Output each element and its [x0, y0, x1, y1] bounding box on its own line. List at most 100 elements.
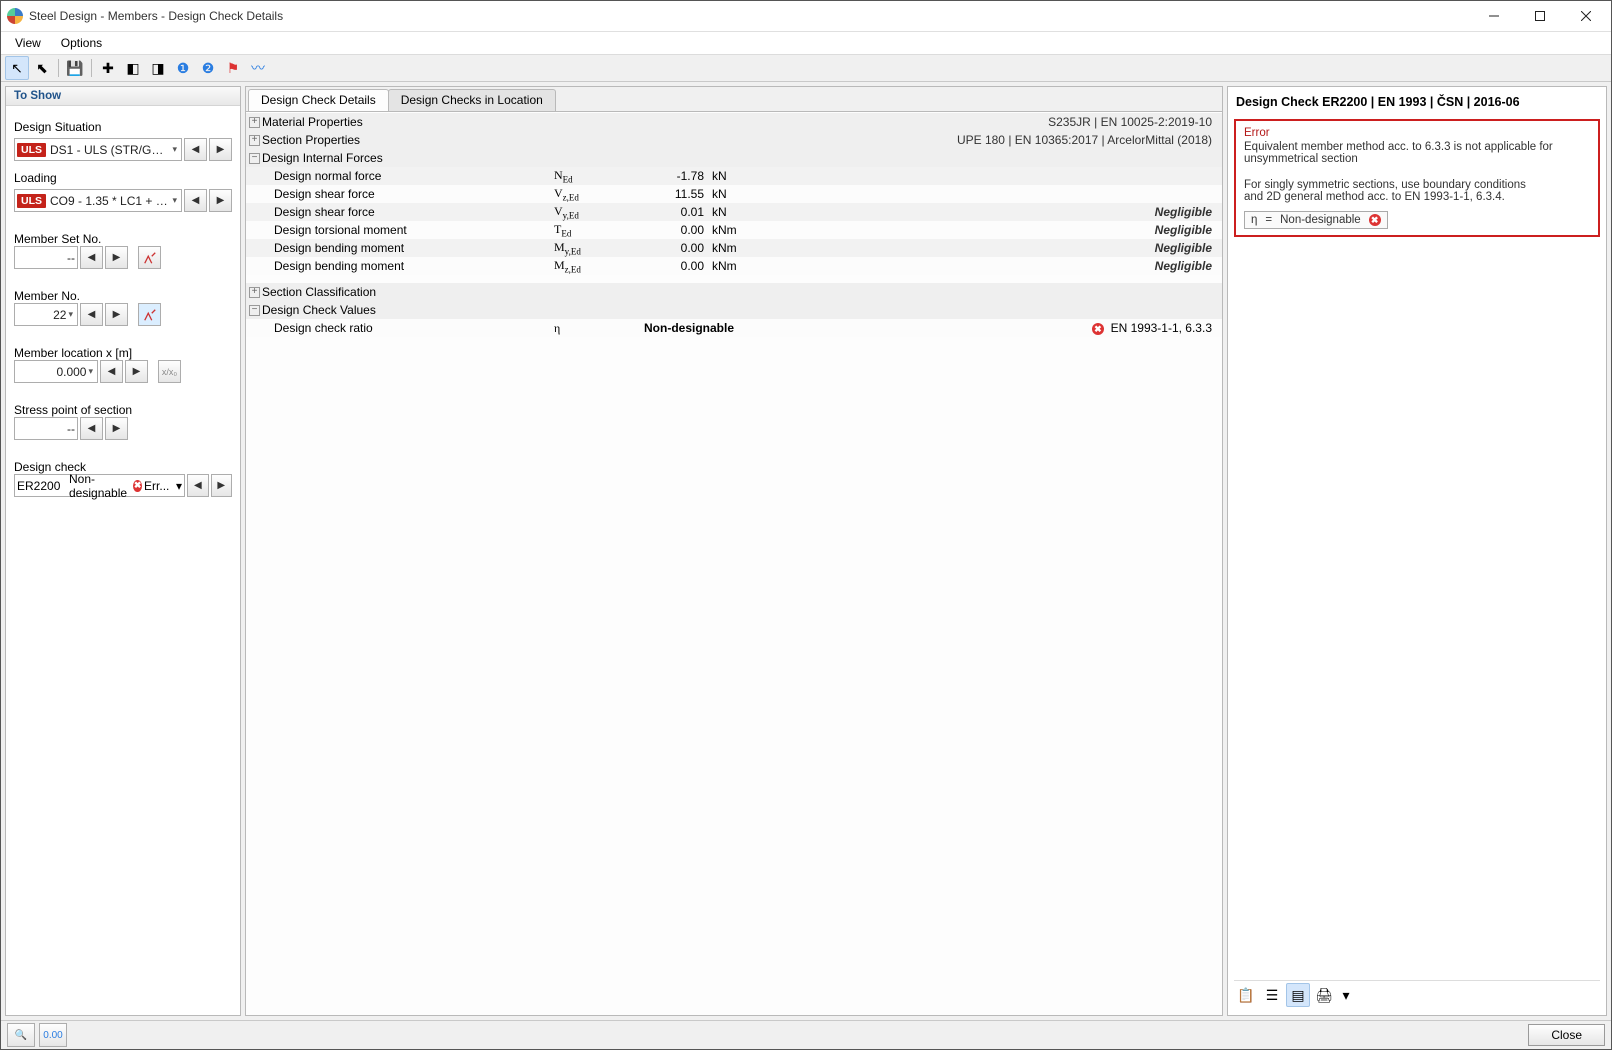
toolbar-info2-icon[interactable]: ❷ [196, 56, 220, 80]
prev-button[interactable]: ◀ [80, 417, 103, 440]
stress-point-combo[interactable]: -- [14, 417, 78, 440]
right-tool-copy-icon[interactable]: 📋 [1234, 983, 1258, 1007]
menu-view[interactable]: View [5, 34, 51, 52]
titlebar: Steel Design - Members - Design Check De… [1, 1, 1611, 32]
tree-group-material[interactable]: + Material Properties S235JR | EN 10025-… [246, 113, 1222, 131]
collapse-icon[interactable]: − [249, 153, 260, 164]
tree-row-negligible: Negligible [752, 241, 1222, 255]
tree-row-unit: kN [712, 205, 752, 219]
right-tool-list-icon[interactable]: ☰ [1260, 983, 1284, 1007]
chevron-down-icon: ▾ [170, 144, 179, 155]
tree-label: Material Properties [262, 115, 462, 129]
close-window-button[interactable] [1563, 1, 1609, 31]
member-loc-combo[interactable]: 0.000 ▾ [14, 360, 98, 383]
member-no-value: 22 [17, 308, 66, 322]
toolbar: ↖ ⬉ 💾 ✚ ◧ ◨ ❶ ❷ ⚑ 〰 [1, 54, 1611, 82]
tree-row: Design bending moment Mz,Ed 0.00 kNm Neg… [246, 257, 1222, 275]
tree-row-symbol: η [554, 321, 644, 336]
statusbar: 🔍 0.00 Close [1, 1020, 1611, 1049]
right-tool-dropdown-icon[interactable]: ▾ [1338, 983, 1354, 1007]
prev-button[interactable]: ◀ [100, 360, 123, 383]
loading-combo[interactable]: ULS CO9 - 1.35 * LC1 + 1.35 * LC2 + ... … [14, 189, 182, 212]
tree-row: Design normal force NEd -1.78 kN [246, 167, 1222, 185]
tree-area[interactable]: + Material Properties S235JR | EN 10025-… [246, 112, 1222, 1015]
expand-icon[interactable]: + [249, 135, 260, 146]
chevron-down-icon: ▾ [170, 195, 179, 206]
tree-group-section[interactable]: + Section Properties UPE 180 | EN 10365:… [246, 131, 1222, 149]
toolbar-zoom-all-icon[interactable]: ✚ [96, 56, 120, 80]
prev-button[interactable]: ◀ [184, 189, 207, 212]
tree-row-value: 11.55 [644, 187, 712, 201]
prev-button[interactable]: ◀ [80, 303, 103, 326]
eq-equals: = [1265, 214, 1272, 226]
error-icon: ✖ [1369, 214, 1381, 226]
member-no-combo[interactable]: 22 ▾ [14, 303, 78, 326]
tree-row-unit: kN [712, 169, 752, 183]
uls-tag: ULS [17, 194, 46, 208]
design-check-code: ER2200 [17, 479, 67, 493]
tab-design-checks-in-location[interactable]: Design Checks in Location [388, 89, 556, 111]
member-loc-value: 0.000 [17, 365, 86, 379]
tree-group-internal-forces[interactable]: − Design Internal Forces [246, 149, 1222, 167]
member-set-pick-icon[interactable] [138, 246, 161, 269]
toolbar-save-icon[interactable]: 💾 [63, 56, 87, 80]
tree-row-label: Design shear force [274, 205, 554, 219]
next-button[interactable]: ▶ [105, 417, 128, 440]
status-decimal-icon[interactable]: 0.00 [39, 1023, 67, 1047]
error-body: Equivalent member method acc. to 6.3.3 i… [1244, 141, 1590, 165]
next-button[interactable]: ▶ [209, 189, 232, 212]
next-button[interactable]: ▶ [105, 246, 128, 269]
next-button[interactable]: ▶ [209, 138, 232, 161]
design-situation-combo[interactable]: ULS DS1 - ULS (STR/GEO) - Permane... ▾ [14, 138, 182, 161]
next-button[interactable]: ▶ [105, 303, 128, 326]
app-window: Steel Design - Members - Design Check De… [0, 0, 1612, 1050]
tree-row-label: Design bending moment [274, 259, 554, 273]
next-button[interactable]: ▶ [211, 474, 232, 497]
next-button[interactable]: ▶ [125, 360, 148, 383]
status-search-icon[interactable]: 🔍 [7, 1023, 35, 1047]
toolbar-info1-icon[interactable]: ❶ [171, 56, 195, 80]
member-no-pick-icon[interactable] [138, 303, 161, 326]
right-tool-details-icon[interactable]: ▤ [1286, 983, 1310, 1007]
tree-row-reference: EN 1993-1-1, 6.3.3 [1111, 321, 1212, 335]
prev-button[interactable]: ◀ [187, 474, 208, 497]
chevron-down-icon: ▾ [176, 479, 182, 493]
toolbar-flag-icon[interactable]: ⚑ [221, 56, 245, 80]
design-situation-value: DS1 - ULS (STR/GEO) - Permane... [50, 143, 170, 157]
menu-options[interactable]: Options [51, 34, 112, 52]
design-check-combo[interactable]: ER2200 Non-designable ✖ Err... ▾ [14, 474, 185, 497]
minimize-button[interactable] [1471, 1, 1517, 31]
tree-group-design-check-values[interactable]: − Design Check Values [246, 301, 1222, 319]
toolbar-separator [91, 59, 92, 77]
error-note-2: and 2D general method acc. to EN 1993-1-… [1244, 191, 1590, 203]
center-wrap: Design Check Details Design Checks in Lo… [245, 86, 1607, 1016]
app-icon [7, 8, 23, 24]
tree-row: Design shear force Vy,Ed 0.01 kN Negligi… [246, 203, 1222, 221]
tree-row-unit: kNm [712, 241, 752, 255]
tab-design-check-details[interactable]: Design Check Details [248, 89, 389, 111]
toolbar-cursor-icon[interactable]: ⬉ [30, 56, 54, 80]
tree-summary: S235JR | EN 10025-2:2019-10 [462, 115, 1222, 129]
right-panel: Design Check ER2200 | EN 1993 | ČSN | 20… [1227, 86, 1607, 1016]
tree-group-section-class[interactable]: + Section Classification [246, 283, 1222, 301]
prev-button[interactable]: ◀ [184, 138, 207, 161]
tree-row-label: Design check ratio [274, 321, 554, 335]
collapse-icon[interactable]: − [249, 305, 260, 316]
member-loc-x-icon[interactable]: x/x₀ [158, 360, 181, 383]
tabs: Design Check Details Design Checks in Lo… [246, 87, 1222, 112]
error-box: Error Equivalent member method acc. to 6… [1234, 119, 1600, 237]
expand-icon[interactable]: + [249, 287, 260, 298]
member-no-label: Member No. [14, 289, 232, 303]
maximize-button[interactable] [1517, 1, 1563, 31]
right-tool-print-icon[interactable]: 🖨 [1312, 983, 1336, 1007]
tree-row-unit: kNm [712, 259, 752, 273]
toolbar-select-icon[interactable]: ↖ [5, 56, 29, 80]
toolbar-graph-icon[interactable]: 〰 [246, 56, 270, 80]
tree-label: Design Check Values [262, 303, 542, 317]
member-set-combo[interactable]: -- [14, 246, 78, 269]
expand-icon[interactable]: + [249, 117, 260, 128]
toolbar-view2-icon[interactable]: ◨ [146, 56, 170, 80]
toolbar-view1-icon[interactable]: ◧ [121, 56, 145, 80]
close-button[interactable]: Close [1528, 1024, 1605, 1046]
prev-button[interactable]: ◀ [80, 246, 103, 269]
